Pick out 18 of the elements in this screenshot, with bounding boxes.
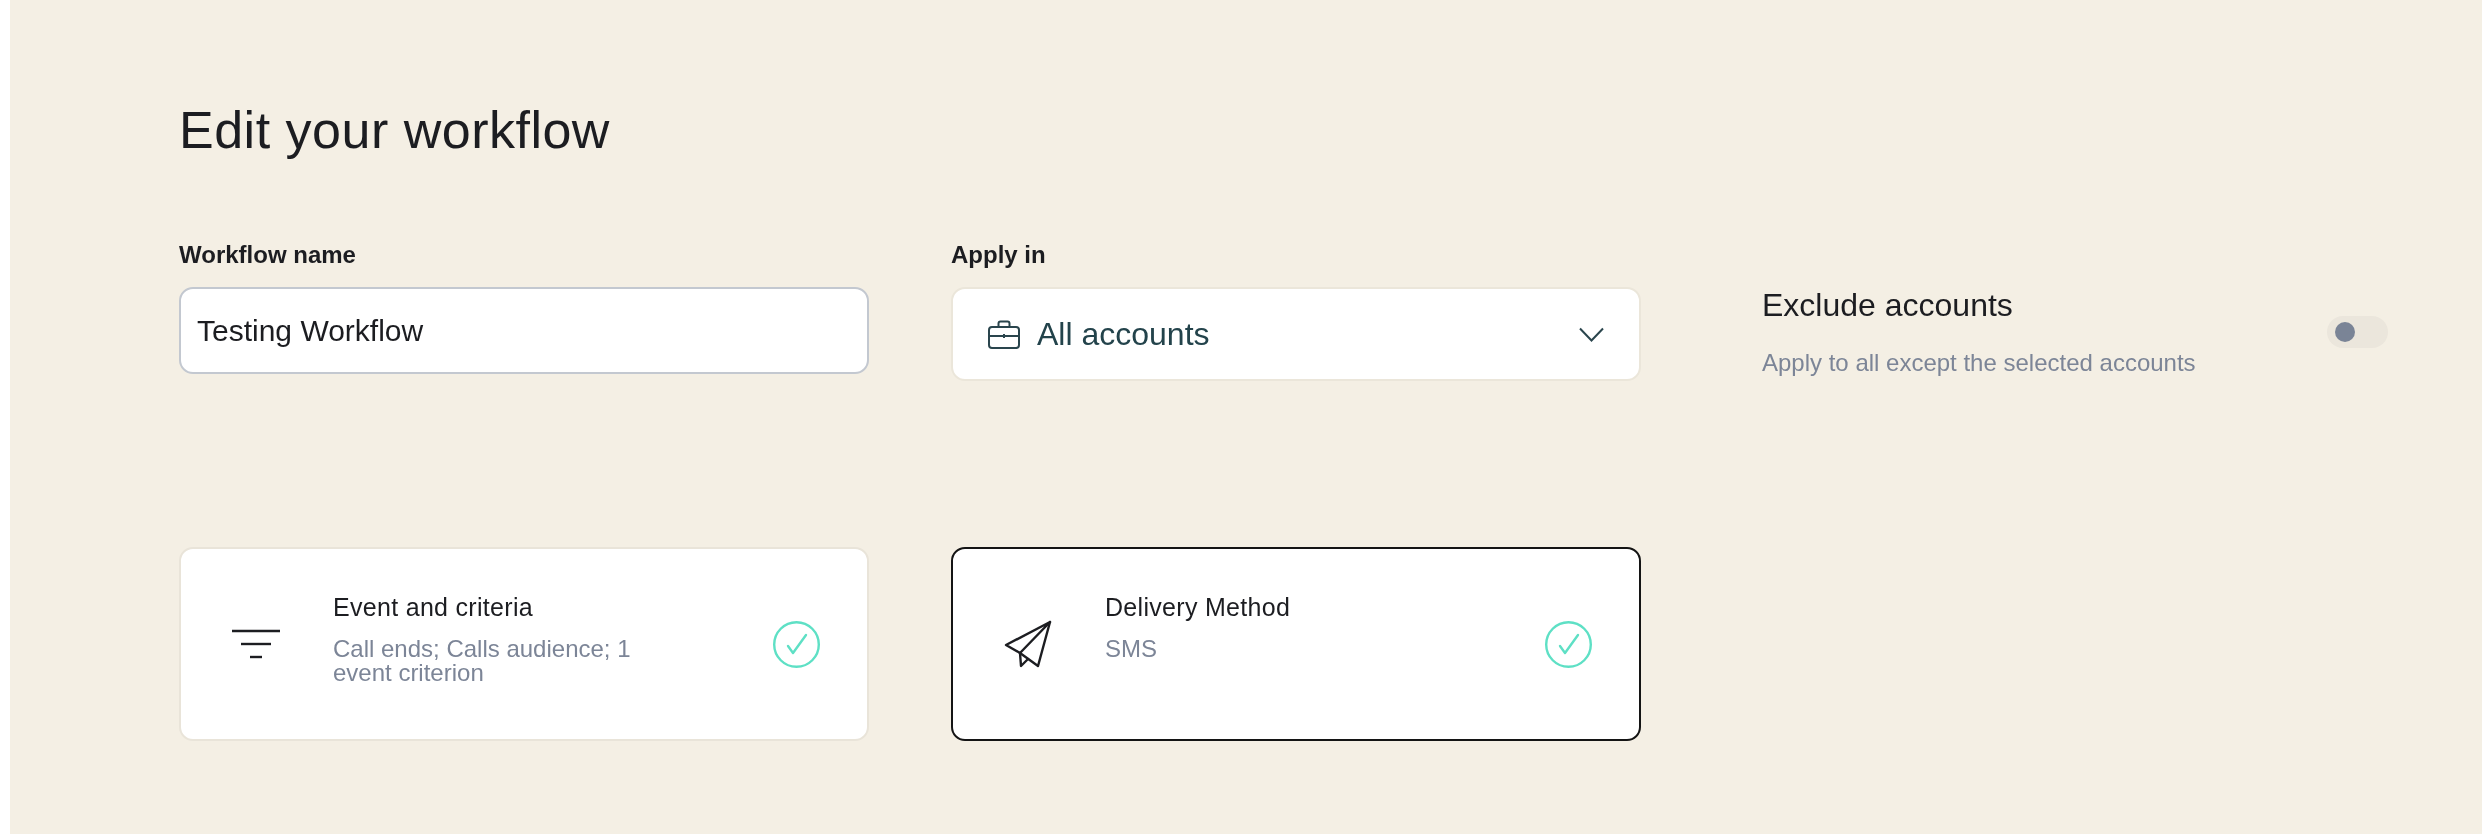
toggle-switch[interactable] <box>2327 315 2388 348</box>
step-summary: Call ends; Calls audience; 1 event criterion <box>333 637 632 685</box>
field-label: Apply in <box>951 240 1047 269</box>
setting-description: Apply to all except the selected accounts <box>1762 348 2196 377</box>
step-card[interactable]: Delivery Method SMS <box>951 547 1641 741</box>
text-field[interactable]: Testing Workflow <box>179 287 869 374</box>
briefcase-icon <box>988 319 1020 349</box>
step-title: Delivery Method <box>1105 592 1292 622</box>
chevron-down-icon <box>1579 326 1604 342</box>
step-summary: SMS <box>1105 637 1158 661</box>
setting-title: Exclude accounts <box>1762 286 2014 324</box>
filter-icon <box>232 629 280 659</box>
dropdown-select[interactable]: All accounts <box>951 287 1641 381</box>
page-title: Edit your workflow <box>179 100 611 160</box>
paper-plane-icon <box>1004 620 1052 668</box>
step-card[interactable]: Event and criteria Call ends; Calls audience; 1 event criterion <box>179 547 869 741</box>
step-title: Event and criteria <box>333 592 534 622</box>
field-label: Workflow name <box>179 240 357 269</box>
